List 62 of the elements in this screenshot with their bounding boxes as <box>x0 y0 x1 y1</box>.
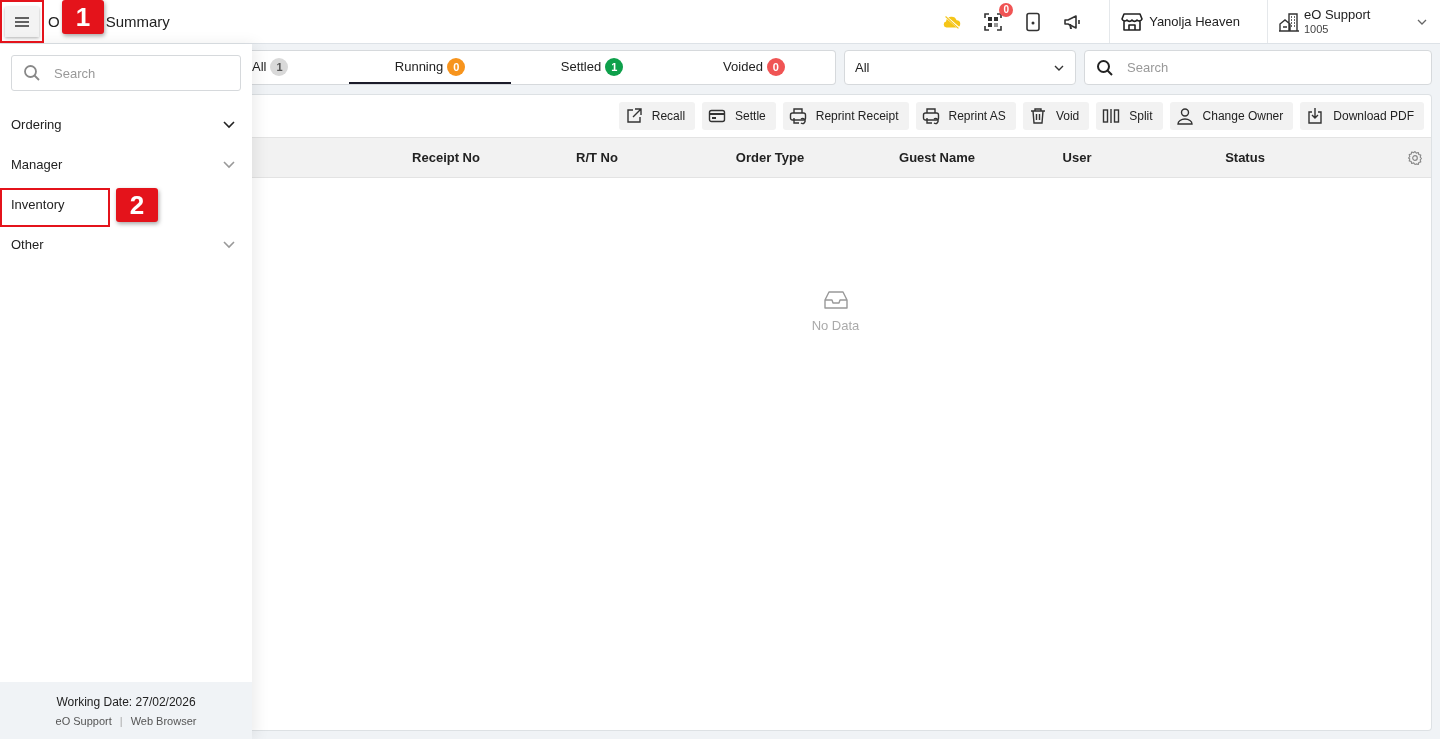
tab[interactable]: Running 0 <box>349 51 511 84</box>
empty-message: No Data <box>811 318 860 333</box>
menu-button[interactable] <box>5 6 39 37</box>
chevron-down-icon[interactable] <box>1416 17 1428 26</box>
column-header: Receipt No <box>411 150 481 165</box>
menu-item[interactable]: Manager <box>11 156 63 172</box>
notification-badge: 0 <box>999 2 1014 17</box>
count-badge: 0 <box>447 57 466 76</box>
user-label: eO Support <box>55 714 112 727</box>
toolbar-button[interactable]: Reprint AS <box>915 102 1016 130</box>
menu-item[interactable]: Inventory <box>11 196 65 212</box>
recall-icon <box>624 107 643 125</box>
toolbar-button[interactable]: Reprint Receipt <box>782 102 909 130</box>
toolbar-button[interactable]: Settle <box>702 102 776 130</box>
user-code: 1005 <box>1304 22 1330 36</box>
step-marker: 1 <box>62 0 104 34</box>
filter-dropdown[interactable]: All <box>844 50 1076 85</box>
reprint-icon <box>788 107 807 125</box>
settle-icon <box>708 107 727 125</box>
menu-item[interactable]: Other <box>11 236 44 252</box>
store-icon <box>1121 11 1144 32</box>
search-icon <box>23 64 41 82</box>
separator: | <box>119 714 123 727</box>
column-header: Order Type <box>734 150 806 165</box>
step-marker: 2 <box>116 188 158 222</box>
count-badge: 0 <box>766 57 785 76</box>
tab[interactable]: Voided 0 <box>673 51 835 84</box>
tab[interactable]: Settled 1 <box>511 51 673 84</box>
building-icon <box>1278 10 1300 33</box>
tab[interactable]: All 1 <box>252 51 349 84</box>
settings-icon[interactable] <box>1407 149 1423 166</box>
menu-icon <box>13 14 31 29</box>
toolbar-button[interactable]: Split <box>1096 102 1163 130</box>
search-field[interactable]: Search <box>11 55 241 91</box>
chevron-down-icon <box>1053 63 1065 72</box>
column-header: R/T No <box>575 150 619 165</box>
toolbar-button[interactable]: Download PDF <box>1300 102 1424 130</box>
void-icon <box>1028 107 1047 125</box>
working-date: Working Date: 27/02/2026 <box>56 694 196 709</box>
column-header: Status <box>1224 150 1266 165</box>
user-name: eO Support <box>1304 7 1371 22</box>
empty-inbox-icon <box>822 290 849 310</box>
column-header: User <box>1061 150 1093 165</box>
qr-code-icon[interactable] <box>983 11 1004 32</box>
page-title: Summary <box>105 13 170 30</box>
reprint-icon <box>921 107 940 125</box>
count-badge: 1 <box>270 57 289 76</box>
column-header: Guest Name <box>898 150 976 165</box>
search-field[interactable]: Search <box>1084 50 1432 85</box>
download-icon <box>1306 107 1325 125</box>
highlight-frame <box>0 0 44 43</box>
toolbar-button[interactable]: Recall <box>618 102 696 130</box>
store-name: Yanolja Heaven <box>1149 14 1240 29</box>
owner-icon <box>1175 107 1194 125</box>
count-badge: 1 <box>605 57 624 76</box>
split-icon <box>1102 107 1121 125</box>
device-label: Web Browser <box>130 714 197 727</box>
menu-item[interactable]: Ordering <box>11 116 62 132</box>
toolbar-button[interactable]: Change Owner <box>1169 102 1294 130</box>
toolbar-button[interactable]: Void <box>1022 102 1090 130</box>
search-icon <box>1096 58 1114 77</box>
page-title: O <box>48 13 60 30</box>
